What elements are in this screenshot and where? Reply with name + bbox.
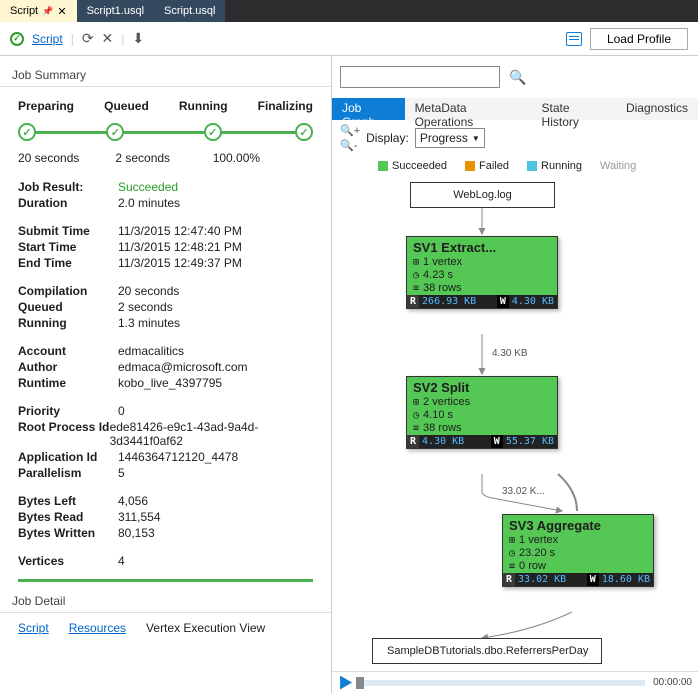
kv-row: End Time11/3/2015 12:49:37 PM (18, 255, 313, 271)
tab-script1-usql[interactable]: Script1.usql (77, 0, 154, 22)
detail-links: Script Resources Vertex Execution View (0, 613, 331, 643)
link-script[interactable]: Script (18, 621, 49, 635)
stage-title: SV3 Aggregate (503, 515, 653, 534)
kv-row: Accountedmacalitics (18, 343, 313, 359)
script-link[interactable]: Script (32, 32, 63, 46)
kv-row: Runtimekobo_live_4397795 (18, 375, 313, 391)
rows-icon: ≡ (413, 283, 419, 294)
graph-canvas[interactable]: WebLog.log SV1 Extract... ⊞1 vertex ◷4.2… (332, 176, 698, 671)
tab-script[interactable]: Script 📌 ✕ (0, 0, 77, 22)
kv-row: Running1.3 minutes (18, 315, 313, 331)
divider (18, 579, 313, 582)
kv-row: Priority0 (18, 403, 313, 419)
job-graph-panel: 🔍 Job Graph MetaData Operations State Hi… (332, 56, 698, 693)
output-node[interactable]: SampleDBTutorials.dbo.ReferrersPerDay (372, 638, 602, 664)
download-icon[interactable]: ⬇ (132, 30, 144, 47)
link-resources[interactable]: Resources (69, 621, 126, 635)
timeline: 00:00:00 (332, 671, 698, 693)
time-icon: ◷ (413, 270, 419, 281)
chevron-down-icon: ▼ (472, 134, 480, 143)
zoom-in-icon[interactable]: 🔍+ (340, 124, 360, 137)
kv-row: Authoredmaca@microsoft.com (18, 359, 313, 375)
message-icon[interactable] (566, 32, 582, 46)
kv-row: Job Result:Succeeded (18, 179, 313, 195)
timeline-slider[interactable] (356, 680, 645, 686)
search-input[interactable] (340, 66, 500, 88)
kv-row: Root Process Idede81426-e9c1-43ad-9a4d-3… (18, 419, 313, 449)
search-icon[interactable]: 🔍 (509, 69, 526, 85)
tab-metadata-ops[interactable]: MetaData Operations (405, 98, 532, 120)
input-node[interactable]: WebLog.log (410, 182, 555, 208)
refresh-icon[interactable]: ⟳ (82, 30, 94, 47)
job-summary-panel: Job Summary Preparing Queued Running Fin… (0, 56, 332, 693)
tab-job-graph[interactable]: Job Graph (332, 98, 405, 120)
graph-tabs: Job Graph MetaData Operations State Hist… (332, 98, 698, 120)
stage-labels: Preparing Queued Running Finalizing (0, 87, 331, 119)
kv-row: Bytes Written80,153 (18, 525, 313, 541)
edge-label: 4.30 KB (492, 348, 528, 359)
tab-diagnostics[interactable]: Diagnostics (616, 98, 698, 120)
stage-title: SV1 Extract... (407, 237, 557, 256)
kv-row: Bytes Left4,056 (18, 493, 313, 509)
load-profile-button[interactable]: Load Profile (590, 28, 688, 50)
tab-script-usql[interactable]: Script.usql (154, 0, 225, 22)
edge-label: 33.02 K... (502, 486, 545, 497)
editor-tabs: Script 📌 ✕ Script1.usql Script.usql (0, 0, 698, 22)
zoom-out-icon[interactable]: 🔍- (340, 139, 360, 152)
display-dropdown[interactable]: Progress▼ (415, 128, 485, 148)
vertex-icon: ⊞ (413, 257, 419, 268)
kv-row: Queued2 seconds (18, 299, 313, 315)
stage-node-sv2[interactable]: SV2 Split ⊞2 vertices ◷4.10 s ≡38 rows R… (406, 376, 558, 449)
summary-table: Job Result:SucceededDuration2.0 minutes S… (0, 179, 331, 569)
stage-title: SV2 Split (407, 377, 557, 396)
stage-node-sv3[interactable]: SV3 Aggregate ⊞1 vertex ◷23.20 s ≡0 row … (502, 514, 654, 587)
summary-heading: Job Summary (0, 62, 331, 87)
kv-row: Application Id1446364712120_4478 (18, 449, 313, 465)
kv-row: Vertices4 (18, 553, 313, 569)
pin-icon: 📌 (42, 6, 53, 17)
stage-progress: ✓ ✓ ✓ ✓ (18, 119, 313, 145)
play-icon[interactable] (338, 676, 352, 690)
tab-label: Script.usql (164, 5, 215, 17)
tab-label: Script (10, 5, 38, 17)
kv-row: Parallelism5 (18, 465, 313, 481)
kv-row: Submit Time11/3/2015 12:47:40 PM (18, 223, 313, 239)
detail-heading: Job Detail (0, 588, 331, 613)
link-vertex-execution[interactable]: Vertex Execution View (146, 621, 265, 635)
kv-row: Compilation20 seconds (18, 283, 313, 299)
job-toolbar: ✓ Script | ⟳ ✕ | ⬇ Load Profile (0, 22, 698, 56)
kv-row: Duration2.0 minutes (18, 195, 313, 211)
stage-values: 20 seconds 2 seconds 100.00% (0, 151, 331, 179)
time-display: 00:00:00 (653, 677, 692, 688)
tab-state-history[interactable]: State History (532, 98, 616, 120)
stage-node-sv1[interactable]: SV1 Extract... ⊞1 vertex ◷4.23 s ≡38 row… (406, 236, 558, 309)
status-ok-icon: ✓ (10, 32, 24, 46)
cancel-icon[interactable]: ✕ (102, 30, 114, 47)
legend: Succeeded Failed Running Waiting (332, 156, 698, 176)
kv-row: Bytes Read311,554 (18, 509, 313, 525)
display-label: Display: (366, 131, 409, 145)
kv-row: Start Time11/3/2015 12:48:21 PM (18, 239, 313, 255)
close-icon[interactable]: ✕ (57, 5, 66, 18)
tab-label: Script1.usql (87, 5, 144, 17)
